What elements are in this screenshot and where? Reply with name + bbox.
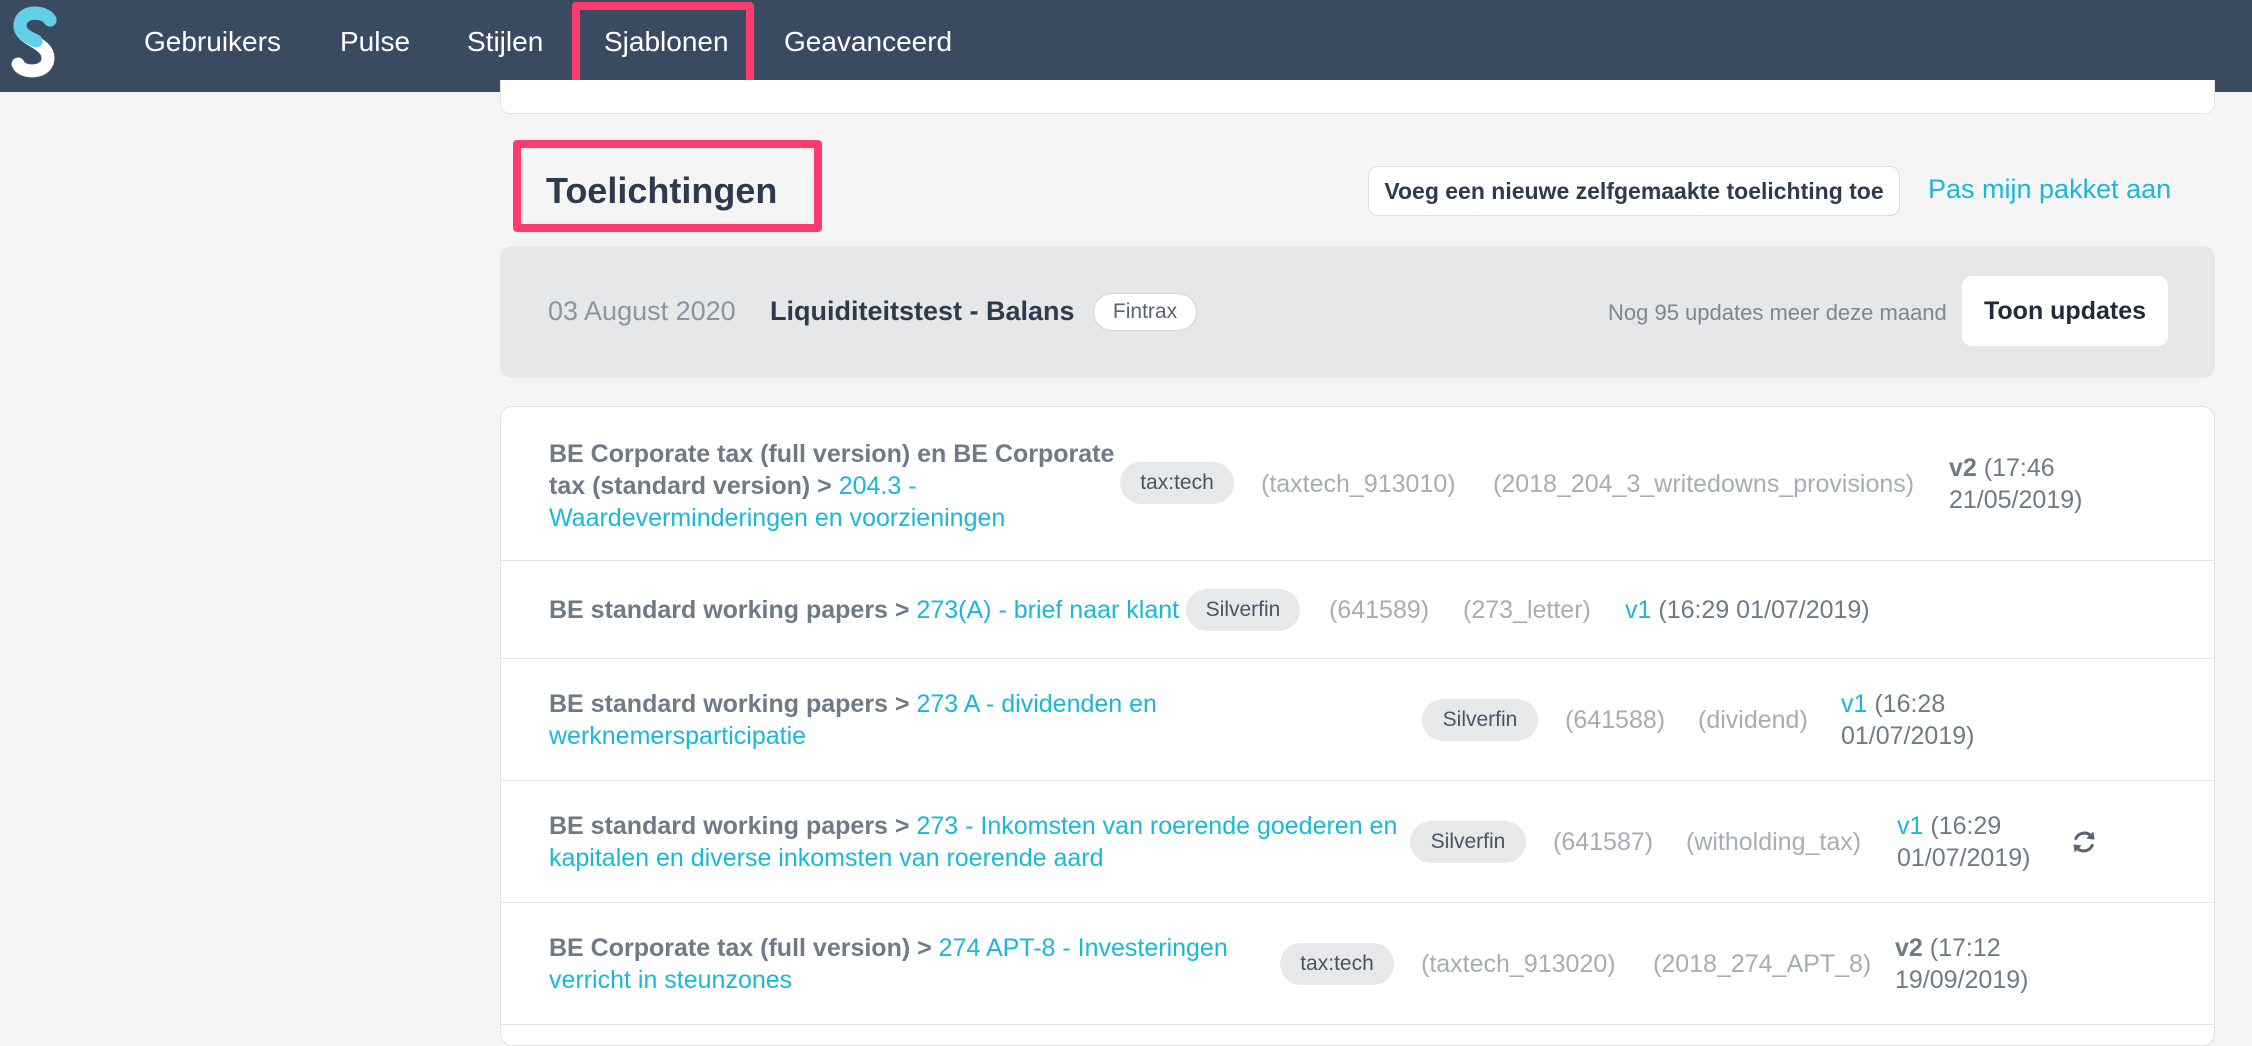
version-number: v2 — [1949, 454, 1977, 482]
silverfin-logo-icon[interactable] — [10, 6, 58, 78]
update-date: 03 August 2020 — [548, 296, 736, 326]
row-version: v1 (16:29 01/07/2019) — [1897, 810, 2030, 874]
nav-item-geavanceerd[interactable]: Geavanceerd — [784, 22, 952, 62]
row-version: v1 (16:29 01/07/2019) — [1625, 594, 1870, 626]
row-tag: Silverfin — [1410, 821, 1526, 863]
row-handle: (2018_274_APT_8) — [1653, 950, 1872, 978]
show-updates-button[interactable]: Toon updates — [1962, 276, 2168, 346]
version-time: 01/07/2019) — [1897, 844, 2031, 872]
row-divider — [501, 1024, 2214, 1025]
row-link[interactable]: werknemersparticipatie — [549, 720, 1157, 752]
refresh-icon[interactable] — [2070, 828, 2098, 856]
row-link[interactable]: kapitalen en diverse inkomsten van roere… — [549, 842, 1397, 874]
row-path: BE standard working papers > — [549, 690, 917, 718]
row-link[interactable]: 274 APT-8 - Investeringen — [939, 934, 1228, 962]
version-number[interactable]: v1 — [1841, 690, 1867, 718]
row-divider — [501, 902, 2214, 903]
row-id: (641587) — [1553, 828, 1654, 856]
row-divider — [501, 560, 2214, 561]
row-path: BE standard working papers > — [549, 812, 917, 840]
row-tag: Silverfin — [1422, 699, 1538, 741]
row-path: tax (standard version) > — [549, 472, 839, 500]
highlight-sjablonen — [572, 2, 754, 88]
row-handle: (2018_204_3_writedowns_provisions) — [1493, 470, 1915, 498]
update-tag: Fintrax — [1093, 293, 1197, 331]
row-id: (taxtech_913020) — [1421, 950, 1616, 978]
row-handle: (dividend) — [1698, 706, 1808, 734]
row-link[interactable]: 273 A - dividenden en — [916, 690, 1156, 718]
row-link[interactable]: 273 - Inkomsten van roerende goederen en — [916, 812, 1397, 840]
row-version: v1 (16:28 01/07/2019) — [1841, 688, 1974, 752]
row-tag: tax:tech — [1280, 943, 1394, 985]
version-time: 19/09/2019) — [1895, 966, 2029, 994]
row-link[interactable]: verricht in steunzones — [549, 964, 1228, 996]
update-title[interactable]: Liquiditeitstest - Balans — [770, 296, 1075, 327]
row-handle: (witholding_tax) — [1686, 828, 1862, 856]
nav-item-pulse[interactable]: Pulse — [340, 22, 410, 62]
version-number[interactable]: v1 — [1625, 596, 1651, 624]
adjust-package-link[interactable]: Pas mijn pakket aan — [1928, 174, 2171, 205]
row-link[interactable]: Waardeverminderingen en voorzieningen — [549, 502, 1114, 534]
row-path: BE standard working papers > — [549, 596, 917, 624]
row-version: v2 (17:12 19/09/2019) — [1895, 932, 2028, 996]
table-row: BE standard working papers > 273 - Inkom… — [549, 810, 1397, 874]
version-time: (17:46 — [1976, 454, 2055, 482]
row-divider — [501, 780, 2214, 781]
row-version: v2 (17:46 21/05/2019) — [1949, 452, 2082, 516]
updates-banner — [500, 246, 2215, 378]
previous-card-edge — [500, 80, 2215, 114]
nav-item-stijlen[interactable]: Stijlen — [467, 22, 543, 62]
version-number[interactable]: v1 — [1897, 812, 1923, 840]
version-number: v2 — [1895, 934, 1923, 962]
row-handle: (273_letter) — [1463, 596, 1591, 624]
row-tag: tax:tech — [1120, 462, 1234, 504]
highlight-toelichtingen — [513, 140, 822, 232]
row-path: BE Corporate tax (full version) en BE Co… — [549, 440, 1115, 468]
row-id: (641588) — [1565, 706, 1666, 734]
table-row: BE standard working papers > 273 A - div… — [549, 688, 1157, 752]
version-time: (16:29 01/07/2019) — [1651, 596, 1870, 624]
version-time: 01/07/2019) — [1841, 722, 1975, 750]
nav-item-gebruikers[interactable]: Gebruikers — [144, 22, 281, 62]
row-id: (taxtech_913010) — [1261, 470, 1456, 498]
table-row: BE Corporate tax (full version) en BE Co… — [549, 438, 1114, 534]
table-row: BE Corporate tax (full version) > 274 AP… — [549, 932, 1228, 996]
row-path: BE Corporate tax (full version) > — [549, 934, 939, 962]
version-time: (16:28 — [1867, 690, 1946, 718]
update-count: Nog 95 updates meer deze maand — [1608, 300, 1947, 325]
row-divider — [501, 658, 2214, 659]
row-tag: Silverfin — [1186, 589, 1300, 631]
row-link[interactable]: 204.3 - — [839, 472, 917, 500]
row-id: (641589) — [1329, 596, 1430, 624]
version-time: (16:29 — [1923, 812, 2002, 840]
table-row: BE standard working papers > 273(A) - br… — [549, 594, 1179, 626]
row-link[interactable]: 273(A) - brief naar klant — [916, 596, 1179, 624]
top-navbar: Gebruikers Pulse Stijlen Sjablonen Geava… — [0, 0, 2252, 92]
version-time: 21/05/2019) — [1949, 486, 2083, 514]
version-time: (17:12 — [1922, 934, 2001, 962]
add-custom-note-button[interactable]: Voeg een nieuwe zelfgemaakte toelichting… — [1368, 166, 1900, 216]
